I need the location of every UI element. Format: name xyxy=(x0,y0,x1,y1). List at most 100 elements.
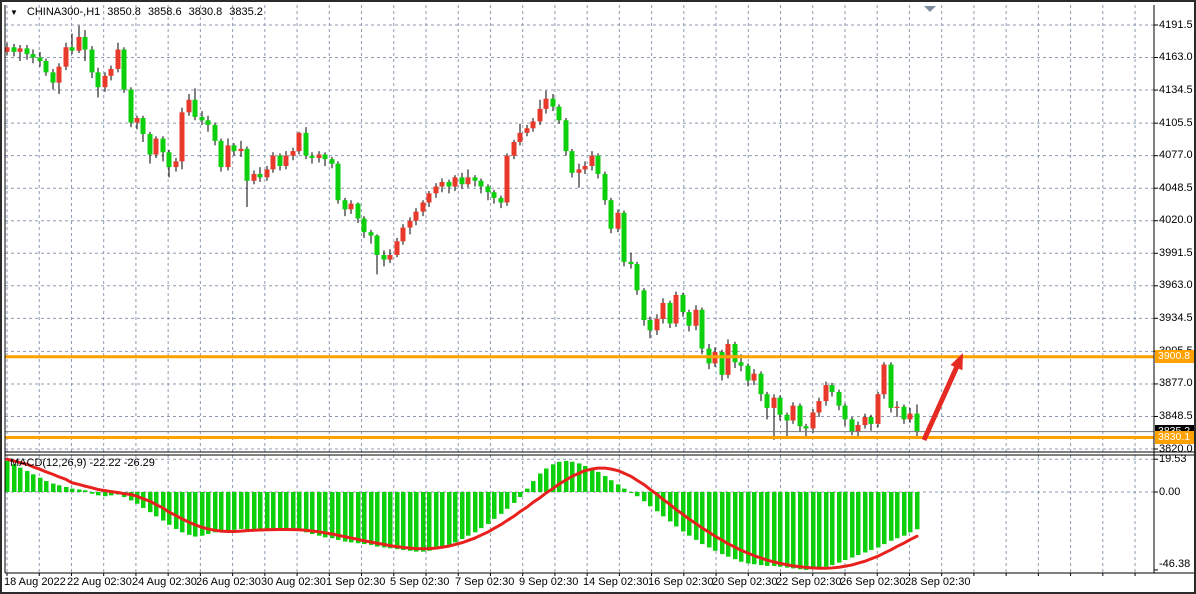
time-axis-label[interactable]: 30 Aug 02:30 xyxy=(261,576,326,588)
price-axis-label: 3991.5 xyxy=(1159,247,1193,259)
time-axis-label[interactable]: 18 Aug 2022 xyxy=(4,576,66,588)
macd-histogram-bar xyxy=(603,476,608,492)
candle-body xyxy=(395,241,400,255)
candle-body xyxy=(70,47,75,50)
candle-body xyxy=(726,344,731,375)
macd-histogram-bar xyxy=(245,492,250,530)
price-axis-label: 4191.5 xyxy=(1159,19,1193,31)
macd-histogram-bar xyxy=(726,492,731,557)
candle-body xyxy=(44,61,49,72)
resistance-level-tag: 3900.8 xyxy=(1155,350,1196,363)
chart-shift-marker[interactable] xyxy=(924,6,936,12)
candle-body xyxy=(90,50,95,73)
macd-histogram-bar xyxy=(193,492,198,537)
candle-body xyxy=(356,204,361,219)
macd-histogram-bar xyxy=(642,492,647,501)
symbol-info-bar[interactable]: ▼ CHINA300-,H1 3850.8 3858.6 3830.8 3835… xyxy=(10,6,263,18)
macd-histogram-bar xyxy=(713,492,718,551)
candle-body xyxy=(375,236,380,255)
macd-histogram-bar xyxy=(876,492,881,547)
time-axis-label[interactable]: 26 Sep 02:30 xyxy=(840,576,905,588)
macd-histogram-bar xyxy=(239,492,244,529)
candle-body xyxy=(284,156,289,166)
candle-body xyxy=(525,128,530,133)
macd-histogram-bar xyxy=(252,492,257,531)
macd-histogram-bar xyxy=(869,492,874,550)
macd-histogram-bar xyxy=(90,492,95,494)
candle-body xyxy=(323,155,328,160)
macd-histogram-bar xyxy=(5,461,10,492)
macd-histogram-bar xyxy=(882,492,887,544)
macd-histogram-bar xyxy=(382,492,387,547)
price-axis-label: 3877.0 xyxy=(1159,377,1193,389)
candle-body xyxy=(206,120,211,125)
candle-body xyxy=(421,202,426,211)
time-axis-label[interactable]: 16 Sep 02:30 xyxy=(648,576,713,588)
time-axis-label[interactable]: 22 Aug 02:30 xyxy=(67,576,132,588)
macd-histogram-bar xyxy=(38,478,43,492)
price-axis-label: 4020.0 xyxy=(1159,214,1193,226)
candle-body xyxy=(512,142,517,156)
time-axis-label[interactable]: 9 Sep 02:30 xyxy=(519,576,578,588)
price-axis-label: 4134.5 xyxy=(1159,84,1193,96)
macd-histogram-bar xyxy=(830,492,835,565)
macd-histogram-bar xyxy=(362,492,367,544)
macd-histogram-bar xyxy=(765,492,770,566)
candle-body xyxy=(778,398,783,415)
candle-body xyxy=(772,398,777,408)
macd-histogram-bar xyxy=(31,474,36,492)
time-axis-label[interactable]: 7 Sep 02:30 xyxy=(455,576,514,588)
candle-body xyxy=(219,141,224,167)
macd-histogram-bar xyxy=(648,492,653,506)
macd-histogram-bar xyxy=(427,492,432,551)
time-axis-label[interactable]: 28 Sep 02:30 xyxy=(905,576,970,588)
candle-body xyxy=(889,365,894,408)
candle-body xyxy=(440,182,445,187)
candle-body xyxy=(661,303,666,319)
macd-histogram-bar xyxy=(330,492,335,538)
time-axis-label[interactable]: 24 Aug 02:30 xyxy=(132,576,197,588)
macd-histogram-bar xyxy=(291,492,296,530)
macd-histogram-bar xyxy=(473,492,478,532)
time-axis-label[interactable]: 20 Sep 02:30 xyxy=(712,576,777,588)
time-axis-label[interactable]: 22 Sep 02:30 xyxy=(776,576,841,588)
macd-histogram-bar xyxy=(310,492,315,534)
candle-body xyxy=(278,156,283,166)
macd-histogram-bar xyxy=(453,492,458,542)
macd-histogram-bar xyxy=(629,492,634,493)
time-axis-label[interactable]: 5 Sep 02:30 xyxy=(390,576,449,588)
macd-histogram-bar xyxy=(492,492,497,519)
macd-histogram-bar xyxy=(785,492,790,568)
candle-body xyxy=(544,99,549,109)
macd-histogram-bar xyxy=(258,492,263,531)
candle-body xyxy=(869,417,874,424)
macd-histogram-bar xyxy=(440,492,445,547)
macd-histogram-bar xyxy=(304,492,309,532)
candle-body xyxy=(148,134,153,155)
macd-histogram-bar xyxy=(759,492,764,565)
candle-body xyxy=(18,48,23,51)
candle-body xyxy=(538,109,543,122)
candle-body xyxy=(245,149,250,181)
macd-histogram-bar xyxy=(174,492,179,529)
time-axis-label[interactable]: 26 Aug 02:30 xyxy=(196,576,261,588)
candle-body xyxy=(486,186,491,192)
macd-histogram-bar xyxy=(518,492,523,497)
candle-body xyxy=(213,125,218,141)
macd-histogram-bar xyxy=(863,492,868,552)
time-axis-label[interactable]: 1 Sep 02:30 xyxy=(326,576,385,588)
candle-body xyxy=(271,156,276,170)
symbol-dropdown-icon[interactable]: ▼ xyxy=(10,8,18,17)
macd-histogram-bar xyxy=(843,492,848,560)
time-axis-label[interactable]: 14 Sep 02:30 xyxy=(583,576,648,588)
candle-body xyxy=(349,204,354,210)
chart-canvas[interactable] xyxy=(2,2,1196,594)
macd-histogram-bar xyxy=(466,492,471,536)
quote-high: 3858.6 xyxy=(148,6,182,18)
macd-histogram-bar xyxy=(804,492,809,570)
macd-histogram-bar xyxy=(609,480,614,492)
trend-arrow-shaft[interactable] xyxy=(924,364,958,440)
macd-histogram-bar xyxy=(271,492,276,530)
candle-body xyxy=(388,255,393,260)
candle-body xyxy=(460,177,465,184)
